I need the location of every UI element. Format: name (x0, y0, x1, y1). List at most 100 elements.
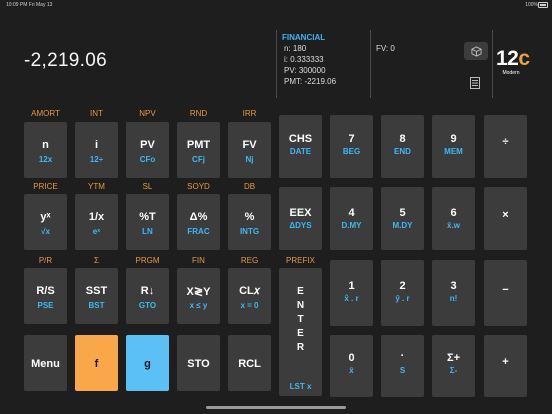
seven-key[interactable]: 7 BEG (330, 115, 373, 178)
subtract-key[interactable]: − (484, 260, 527, 326)
pv-key[interactable]: PV CFo (126, 122, 169, 178)
eight-key[interactable]: 8 END (381, 115, 424, 178)
display-value: -2,219.06 (24, 50, 107, 71)
percent-total-key[interactable]: %T LN (126, 194, 169, 250)
i-key[interactable]: i 12÷ (75, 122, 118, 178)
key-g-label: CFo (139, 155, 156, 164)
delta-percent-key[interactable]: Δ% FRAC (177, 194, 220, 250)
percent-key[interactable]: % INTG (228, 194, 271, 250)
n-key[interactable]: n 12x (24, 122, 67, 178)
reciprocal-key[interactable]: 1/x eˣ (75, 194, 118, 250)
logo-letter: c (518, 47, 530, 70)
logo-number: 12 (496, 47, 519, 70)
sto-key[interactable]: STO (177, 335, 220, 391)
key-label: yˣ (40, 211, 51, 223)
decimal-key[interactable]: · S (381, 335, 424, 397)
register-pv: PV: 300000 (284, 66, 326, 75)
enter-letter: R (296, 342, 305, 353)
key-g-label: √x (41, 227, 50, 236)
rcl-key[interactable]: RCL (228, 335, 271, 391)
enter-letter: E (297, 286, 304, 297)
key-label: Menu (31, 358, 60, 370)
cube-icon[interactable] (464, 42, 488, 60)
register-fv: FV: 0 (376, 44, 395, 53)
key-label: 3 (450, 280, 457, 292)
roll-down-key[interactable]: R↓ GTO (126, 268, 169, 324)
pmt-key[interactable]: PMT CFj (177, 122, 220, 178)
key-g-label: LST x (289, 382, 312, 391)
key-g-label: ŷ . r (395, 294, 410, 303)
key-g-label: S (399, 366, 406, 375)
key-label: n (42, 139, 49, 151)
key-label: CHS (288, 133, 313, 145)
fv-key[interactable]: FV Nj (228, 122, 271, 178)
chs-key[interactable]: CHS DATE (279, 115, 322, 178)
key-g-label: CFj (192, 155, 205, 164)
multiply-key[interactable]: × (484, 187, 527, 250)
divide-key[interactable]: ÷ (484, 115, 527, 178)
eex-key[interactable]: EEX ΔDYS (279, 187, 322, 250)
f-shift-key[interactable]: f (75, 335, 118, 391)
key-label: FV (242, 139, 257, 151)
battery-level: 100% (525, 2, 538, 8)
sst-key[interactable]: SST BST (75, 268, 118, 324)
key-g-label: n! (449, 294, 458, 303)
add-key[interactable]: + (484, 335, 527, 397)
two-key[interactable]: 2 ŷ . r (381, 260, 424, 326)
key-g-label: Nj (245, 155, 254, 164)
run-stop-key[interactable]: R/S PSE (24, 268, 67, 324)
status-time: 10:09 PM Fri May 13 (6, 2, 53, 8)
four-key[interactable]: 4 D.MY (330, 187, 373, 250)
key-g-label: x̂ . r (344, 294, 359, 303)
key-label: i (94, 139, 99, 151)
document-icon[interactable] (470, 76, 480, 94)
key-g-label: eˣ (92, 227, 101, 236)
three-key[interactable]: 3 n! (432, 260, 475, 326)
clear-x-key[interactable]: CL𝑥 x = 0 (228, 268, 271, 324)
display-divider (276, 30, 277, 98)
y-power-x-key[interactable]: yˣ √x (24, 194, 67, 250)
key-g-label: x̄.w (447, 221, 460, 230)
rnd-label: RND (189, 109, 208, 118)
key-g-label: FRAC (187, 227, 210, 236)
x-swap-y-key[interactable]: X≷Y x ≤ y (177, 268, 220, 324)
key-g-label: 12÷ (89, 155, 104, 164)
logo-subtitle: Modern (502, 70, 520, 76)
sigma-plus-key[interactable]: Σ+ Σ- (432, 335, 475, 397)
key-label: g (144, 358, 151, 370)
home-indicator[interactable] (206, 406, 346, 409)
amort-label: AMORT (31, 109, 60, 118)
key-g-label: GTO (138, 301, 157, 310)
key-label: × (502, 209, 509, 221)
zero-key[interactable]: 0 x̄ (330, 335, 373, 397)
key-label: + (502, 356, 509, 368)
key-label: 1 (348, 280, 355, 292)
nine-key[interactable]: 9 MEM (432, 115, 475, 178)
npv-label: NPV (139, 109, 156, 118)
status-bar: 10:09 PM Fri May 13 100% (0, 0, 552, 12)
display-divider (370, 30, 371, 98)
prefix-label: PREFIX (286, 256, 315, 265)
key-label: − (502, 284, 509, 296)
key-label: 6 (450, 207, 457, 219)
key-label: Σ+ (446, 352, 461, 364)
key-label: PV (140, 139, 155, 151)
key-label: % (244, 211, 255, 223)
enter-letter: N (296, 300, 305, 311)
financial-registers-panel: FINANCIAL n: 180 i: 0.333333 PV: 300000 … (282, 32, 382, 87)
key-label: 5 (399, 207, 406, 219)
price-label: PRICE (33, 182, 58, 191)
g-shift-key[interactable]: g (126, 335, 169, 391)
key-label: SST (85, 285, 108, 297)
five-key[interactable]: 5 M.DY (381, 187, 424, 250)
key-g-label: x = 0 (240, 301, 259, 310)
six-key[interactable]: 6 x̄.w (432, 187, 475, 250)
menu-button[interactable]: Menu (24, 335, 67, 391)
key-label: 8 (399, 133, 406, 145)
key-label: %T (139, 211, 156, 223)
key-g-label: ΔDYS (289, 221, 312, 230)
enter-key[interactable]: E N T E R LST x (279, 268, 322, 396)
key-label: 1/x (88, 211, 105, 223)
one-key[interactable]: 1 x̂ . r (330, 260, 373, 326)
key-g-label: M.DY (392, 221, 413, 230)
